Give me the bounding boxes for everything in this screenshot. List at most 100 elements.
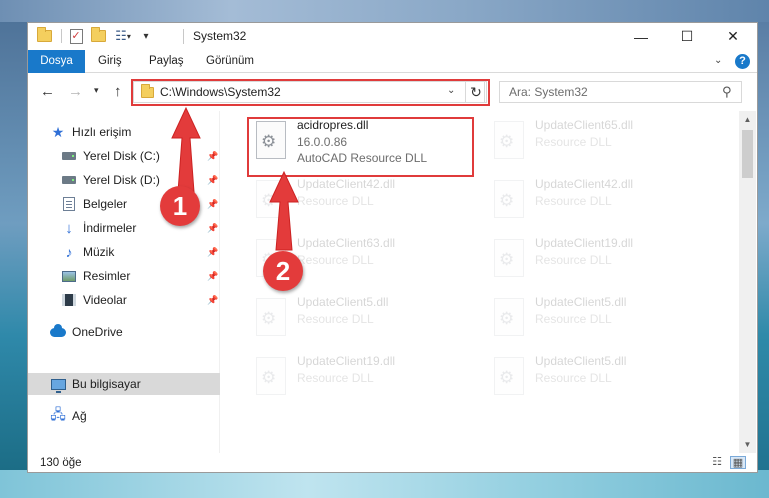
dll-file-icon bbox=[494, 239, 524, 277]
dll-file-icon bbox=[494, 357, 524, 395]
up-arrow-icon[interactable]: ↑ bbox=[114, 83, 122, 100]
ribbon: Dosya Giriş Paylaş Görünüm ⌄ ? bbox=[28, 50, 757, 73]
address-bar[interactable]: C:\Windows\System32 ⌄ bbox=[133, 81, 485, 103]
explorer-window: ✓ ☷ ▾ ▾ System32 — ☐ ✕ Dosya Giriş Paylaş… bbox=[27, 22, 758, 473]
status-bar: 130 öğe ☷ ▦ bbox=[28, 453, 757, 472]
new-folder-icon[interactable] bbox=[90, 27, 106, 44]
sidebar-item-label: Hızlı erişim bbox=[72, 125, 132, 139]
file-item[interactable]: UpdateClient19.dll Resource DLL bbox=[248, 351, 484, 407]
expand-ribbon-icon[interactable]: ⌄ bbox=[714, 55, 722, 66]
sidebar-item-onedrive[interactable]: OneDrive bbox=[28, 321, 220, 343]
step-2-badge: 2 bbox=[263, 251, 303, 291]
item-count: 130 öğe bbox=[40, 457, 82, 469]
back-arrow-icon[interactable]: ← bbox=[40, 83, 55, 100]
dll-file-icon bbox=[494, 180, 524, 218]
file-item[interactable]: UpdateClient5.dll Resource DLL bbox=[486, 292, 722, 348]
file-description: Resource DLL bbox=[535, 135, 612, 149]
customize-toolbar-icon[interactable]: ▾ bbox=[140, 28, 152, 44]
folder-icon bbox=[36, 27, 52, 44]
scroll-down-icon[interactable]: ▼ bbox=[739, 436, 756, 453]
properties-checkbox-icon[interactable]: ✓ bbox=[68, 28, 84, 44]
documents-icon bbox=[61, 196, 77, 212]
pin-icon[interactable]: 📌 bbox=[207, 247, 218, 258]
onedrive-icon bbox=[50, 323, 66, 340]
file-item[interactable]: UpdateClient5.dll Resource DLL bbox=[248, 292, 484, 348]
help-icon[interactable]: ? bbox=[735, 54, 750, 69]
pictures-icon bbox=[61, 268, 77, 284]
pin-icon[interactable]: 📌 bbox=[207, 295, 218, 306]
sidebar-item-network[interactable]: 🖧 Ağ bbox=[28, 405, 220, 427]
file-name: UpdateClient42.dll bbox=[535, 177, 634, 191]
drive-icon bbox=[61, 172, 77, 188]
properties-icon[interactable]: ☷ ▾ bbox=[112, 28, 134, 44]
file-version: 16.0.0.86 bbox=[297, 135, 348, 149]
tab-file[interactable]: Dosya bbox=[28, 50, 85, 73]
sidebar-item-label: Bu bilgisayar bbox=[72, 377, 141, 391]
sidebar-item-local-disk-d[interactable]: Yerel Disk (D:) 📌 bbox=[28, 169, 220, 191]
sidebar-item-label: Müzik bbox=[83, 245, 115, 259]
file-name: UpdateClient5.dll bbox=[535, 295, 627, 309]
tab-home[interactable]: Giriş bbox=[98, 50, 122, 73]
dll-file-icon bbox=[256, 357, 286, 395]
file-description: Resource DLL bbox=[535, 371, 612, 385]
file-item[interactable]: UpdateClient19.dll Resource DLL bbox=[486, 233, 722, 289]
pin-icon[interactable]: 📌 bbox=[207, 151, 218, 162]
tab-view[interactable]: Görünüm bbox=[206, 50, 254, 73]
file-name: UpdateClient65.dll bbox=[535, 118, 634, 132]
minimize-button[interactable]: — bbox=[618, 23, 664, 50]
address-dropdown-icon[interactable]: ⌄ bbox=[447, 85, 455, 96]
pin-icon[interactable]: 📌 bbox=[207, 271, 218, 282]
search-placeholder: Ara: System32 bbox=[509, 85, 588, 99]
drive-icon bbox=[61, 148, 77, 164]
sidebar-item-local-disk-c[interactable]: Yerel Disk (C:) 📌 bbox=[28, 145, 220, 167]
file-item[interactable]: UpdateClient5.dll Resource DLL bbox=[486, 351, 722, 407]
sidebar-item-label: İndirmeler bbox=[83, 221, 137, 235]
title-separator bbox=[183, 29, 184, 44]
file-description: Resource DLL bbox=[535, 253, 612, 267]
sidebar-item-videos[interactable]: Videolar 📌 bbox=[28, 289, 220, 311]
scroll-up-icon[interactable]: ▲ bbox=[739, 111, 756, 128]
sidebar-item-label: Belgeler bbox=[83, 197, 128, 211]
refresh-button[interactable]: ↻ bbox=[465, 81, 487, 103]
forward-arrow-icon[interactable]: → bbox=[68, 83, 83, 100]
file-item[interactable]: UpdateClient42.dll Resource DLL bbox=[248, 174, 484, 230]
maximize-button[interactable]: ☐ bbox=[664, 23, 710, 50]
scroll-thumb[interactable] bbox=[742, 130, 753, 178]
search-input[interactable]: Ara: System32 ⚲ bbox=[499, 81, 742, 103]
file-description: Resource DLL bbox=[297, 194, 374, 208]
network-icon: 🖧 bbox=[50, 406, 66, 422]
sidebar-item-label: Videolar bbox=[83, 293, 127, 307]
desktop-background-top bbox=[0, 0, 769, 22]
file-item[interactable]: UpdateClient65.dll Resource DLL bbox=[486, 115, 722, 171]
pin-icon[interactable]: 📌 bbox=[207, 223, 218, 234]
file-name: UpdateClient5.dll bbox=[297, 295, 389, 309]
file-name: UpdateClient19.dll bbox=[535, 236, 634, 250]
vertical-scrollbar[interactable]: ▲ ▼ bbox=[739, 111, 756, 453]
pin-icon[interactable]: 📌 bbox=[207, 175, 218, 186]
recent-locations-icon[interactable]: ▾ bbox=[94, 85, 99, 96]
sidebar-item-label: Yerel Disk (C:) bbox=[83, 149, 160, 163]
sidebar-item-pictures[interactable]: Resimler 📌 bbox=[28, 265, 220, 287]
large-icons-view-icon[interactable]: ▦ bbox=[730, 456, 746, 469]
sidebar-item-label: Yerel Disk (D:) bbox=[83, 173, 160, 187]
sidebar-item-label: OneDrive bbox=[72, 325, 123, 339]
file-description: Resource DLL bbox=[297, 312, 374, 326]
star-icon: ★ bbox=[51, 123, 65, 140]
window-title: System32 bbox=[193, 29, 247, 43]
music-icon: ♪ bbox=[65, 244, 73, 260]
address-path[interactable]: C:\Windows\System32 bbox=[160, 85, 281, 99]
file-item-acidropres[interactable]: acidropres.dll 16.0.0.86 AutoCAD Resourc… bbox=[248, 115, 484, 171]
file-name: UpdateClient42.dll bbox=[297, 177, 396, 191]
details-view-icon[interactable]: ☷ bbox=[709, 456, 725, 469]
sidebar-item-music[interactable]: ♪ Müzik 📌 bbox=[28, 241, 220, 263]
sidebar-item-quick-access[interactable]: ★ Hızlı erişim bbox=[28, 121, 220, 143]
file-name: acidropres.dll bbox=[297, 118, 369, 132]
desktop-background-left bbox=[0, 22, 27, 470]
close-button[interactable]: ✕ bbox=[710, 23, 756, 50]
search-icon[interactable]: ⚲ bbox=[722, 84, 732, 100]
sidebar-item-this-pc[interactable]: Bu bilgisayar bbox=[28, 373, 220, 395]
pin-icon[interactable]: 📌 bbox=[207, 199, 218, 210]
tab-share[interactable]: Paylaş bbox=[149, 50, 184, 73]
file-item[interactable]: UpdateClient42.dll Resource DLL bbox=[486, 174, 722, 230]
dll-file-icon bbox=[256, 180, 286, 218]
